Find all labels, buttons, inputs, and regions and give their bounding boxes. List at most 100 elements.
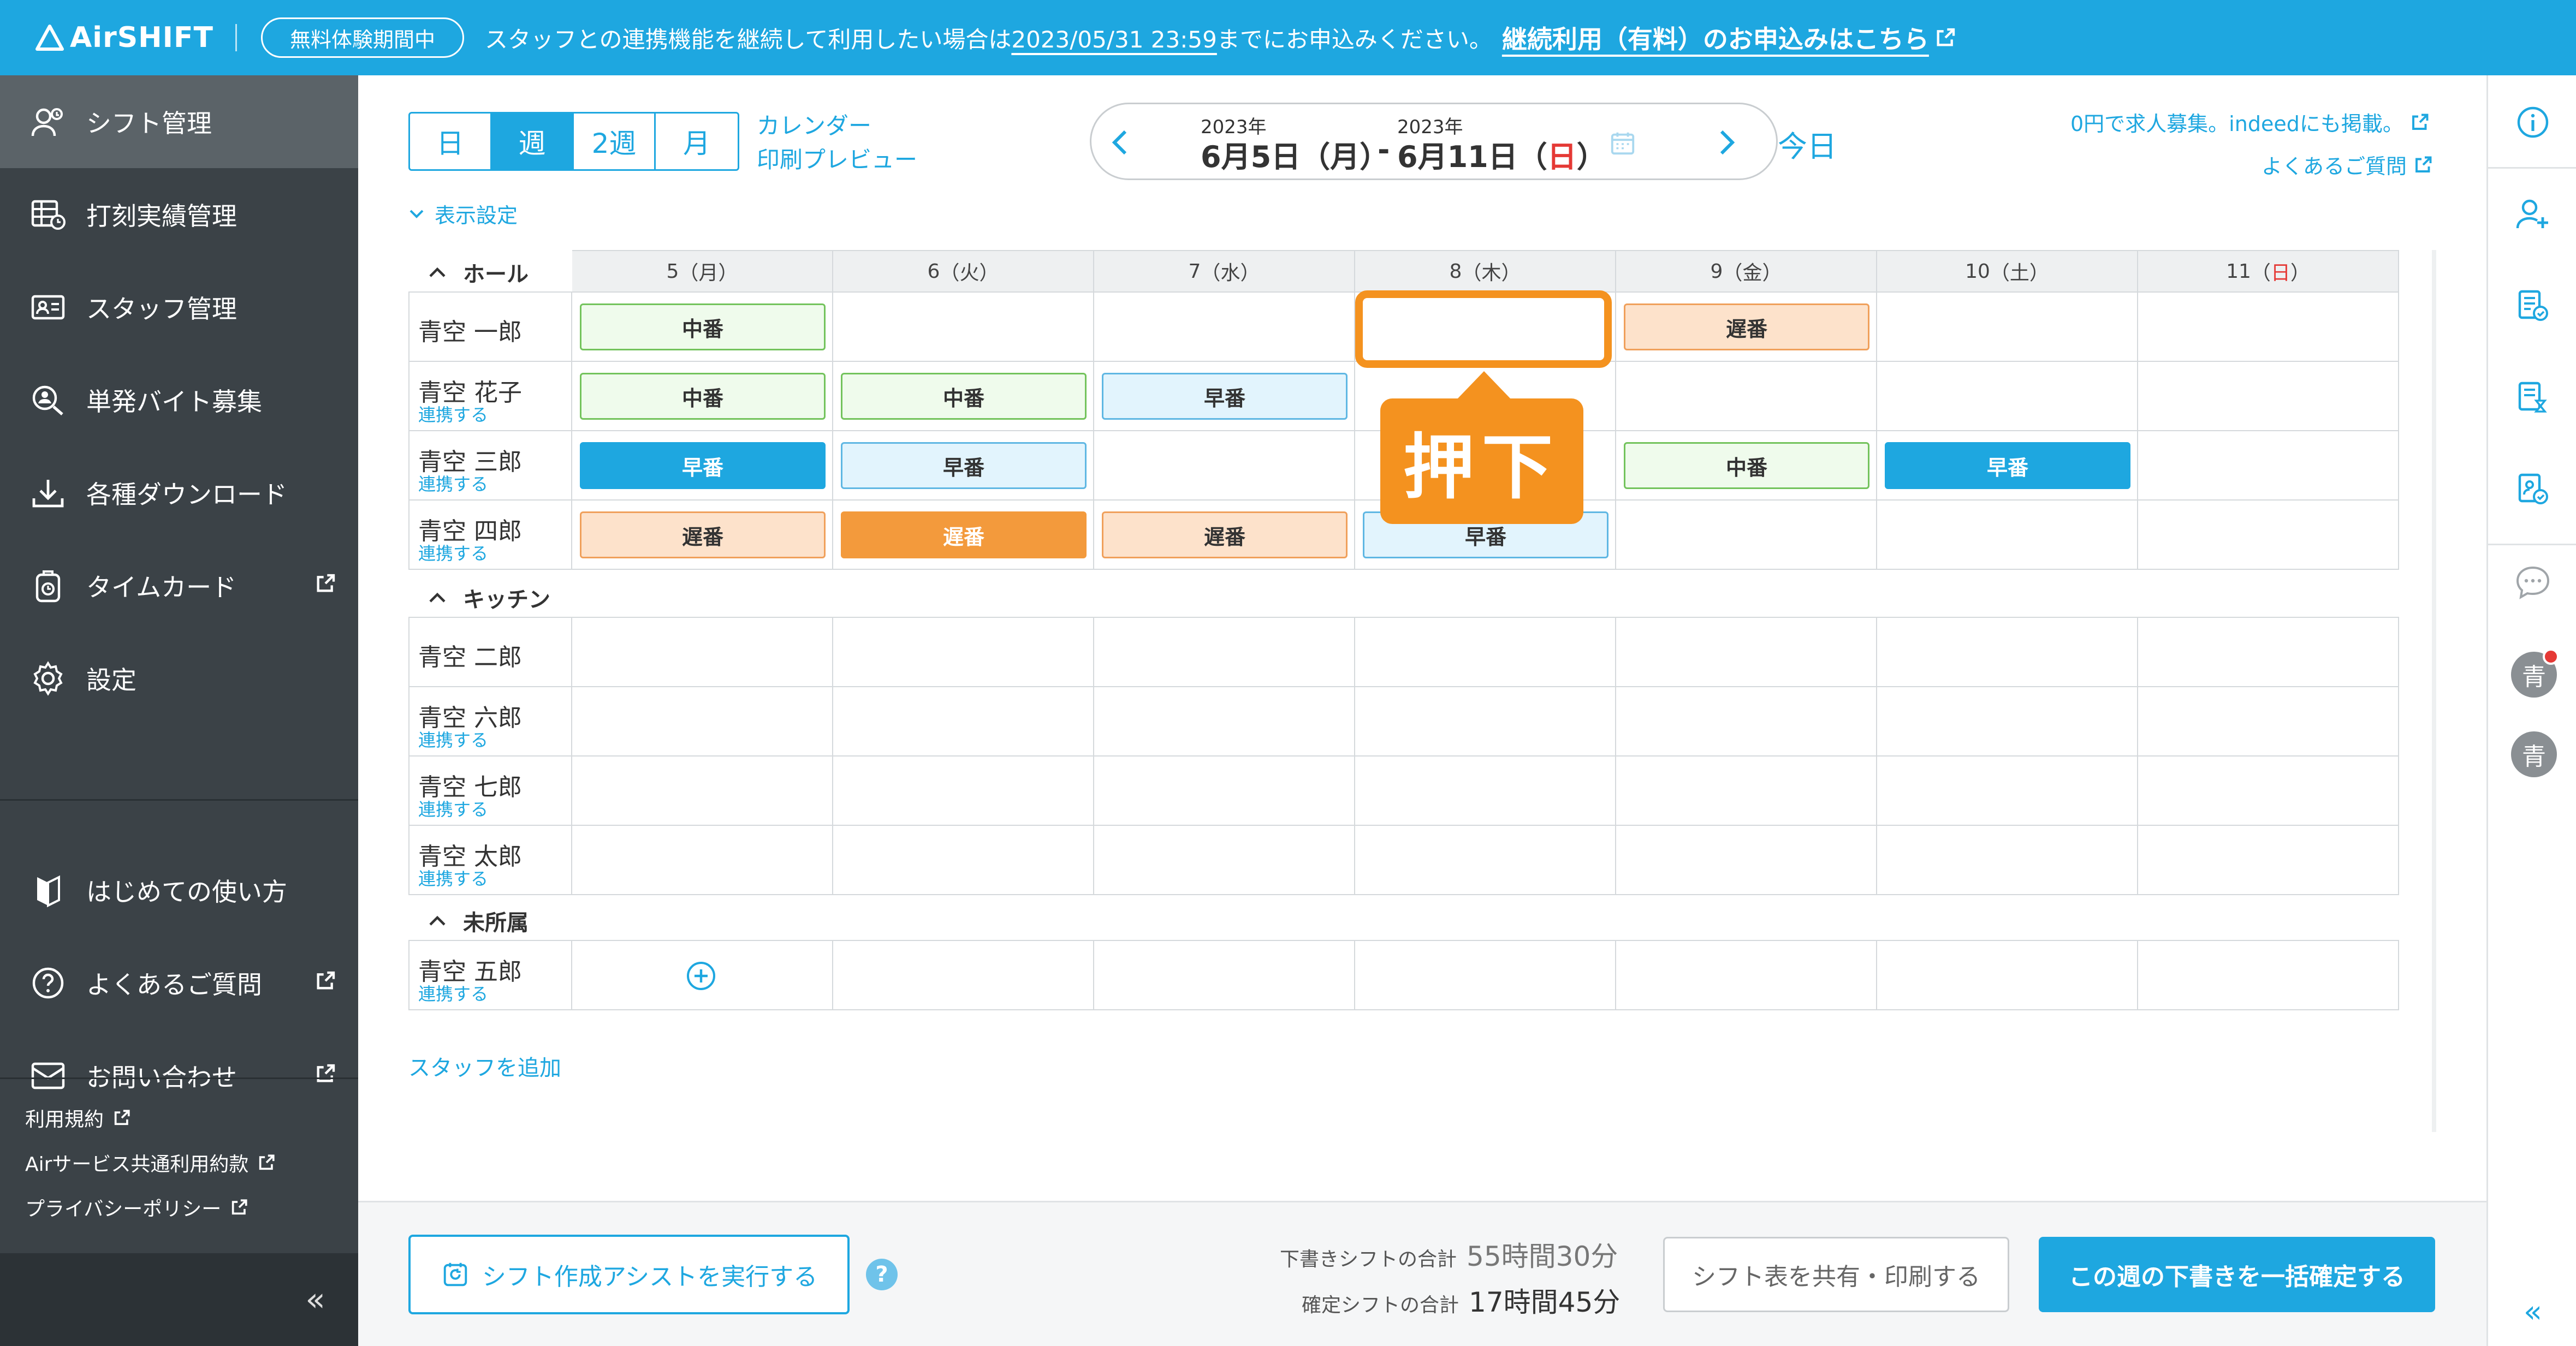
shift-cell[interactable] bbox=[1616, 501, 1877, 570]
shift-cell[interactable] bbox=[833, 293, 1094, 362]
shift-cell[interactable] bbox=[833, 618, 1094, 687]
shift-cell[interactable] bbox=[572, 757, 833, 826]
shift-cell[interactable] bbox=[1094, 941, 1355, 1010]
grid-scrollbar[interactable] bbox=[2432, 250, 2436, 1132]
shift-block[interactable]: 中番 bbox=[1624, 442, 1869, 489]
view-day-tab[interactable]: 日 bbox=[410, 114, 492, 169]
shift-cell[interactable] bbox=[2138, 826, 2399, 895]
shift-assist-button[interactable]: シフト作成アシストを実行する bbox=[408, 1235, 850, 1314]
sidebar-item-download[interactable]: 各種ダウンロード bbox=[0, 446, 358, 539]
shift-cell[interactable] bbox=[1616, 618, 1877, 687]
shift-cell[interactable] bbox=[1616, 826, 1877, 895]
shift-cell[interactable] bbox=[1616, 362, 1877, 431]
view-2week-tab[interactable]: 2週 bbox=[574, 114, 656, 169]
continue-subscription-link[interactable]: 継続利用（有料）のお申込みはこちら bbox=[1502, 20, 1956, 56]
shift-block[interactable]: 早番 bbox=[1102, 373, 1348, 420]
today-button[interactable]: 今日 bbox=[1778, 122, 1837, 165]
shift-cell[interactable] bbox=[572, 687, 833, 757]
next-week-button[interactable] bbox=[1714, 128, 1738, 159]
shift-cell[interactable] bbox=[1877, 687, 2138, 757]
shift-cell[interactable] bbox=[1877, 293, 2138, 362]
add-staff-icon[interactable] bbox=[2488, 196, 2576, 231]
shift-cell[interactable] bbox=[1877, 618, 2138, 687]
shift-cell[interactable] bbox=[833, 826, 1094, 895]
view-week-tab[interactable]: 週 bbox=[492, 114, 574, 169]
display-settings-toggle[interactable]: 表示設定 bbox=[408, 199, 518, 229]
link-staff-link[interactable]: 連携する bbox=[418, 726, 488, 752]
shift-block[interactable]: 中番 bbox=[580, 373, 826, 420]
sidebar-item-recruit[interactable]: 単発バイト募集 bbox=[0, 354, 358, 446]
group-header[interactable]: 未所属 bbox=[428, 905, 529, 937]
view-month-tab[interactable]: 月 bbox=[656, 114, 738, 169]
shift-request-icon[interactable] bbox=[2488, 288, 2576, 323]
shift-block[interactable]: 中番 bbox=[580, 303, 826, 350]
shift-block[interactable]: 遅番 bbox=[1102, 511, 1348, 558]
airshift-logo[interactable]: AirSHIFT bbox=[35, 21, 213, 54]
shift-cell[interactable] bbox=[2138, 687, 2399, 757]
shift-block[interactable]: 遅番 bbox=[1624, 303, 1869, 350]
calendar-link[interactable]: カレンダー bbox=[757, 109, 917, 143]
shift-cell[interactable] bbox=[2138, 293, 2399, 362]
info-icon[interactable] bbox=[2488, 105, 2576, 140]
shift-cell[interactable] bbox=[1355, 826, 1616, 895]
help-icon[interactable]: ? bbox=[866, 1259, 898, 1290]
shift-cell[interactable] bbox=[833, 941, 1094, 1010]
shift-cell[interactable] bbox=[1094, 757, 1355, 826]
group-header[interactable]: ホール bbox=[428, 257, 529, 288]
shift-cell[interactable] bbox=[1877, 501, 2138, 570]
shift-cell[interactable] bbox=[1094, 826, 1355, 895]
sidebar-item-beginner[interactable]: はじめての使い方 bbox=[0, 844, 358, 937]
shift-cell[interactable] bbox=[1094, 293, 1355, 362]
shift-block[interactable]: 早番 bbox=[580, 442, 826, 489]
add-shift-icon[interactable] bbox=[685, 960, 717, 994]
shift-cell[interactable] bbox=[1877, 826, 2138, 895]
link-staff-link[interactable]: 連携する bbox=[418, 796, 488, 821]
shift-cell[interactable] bbox=[1616, 687, 1877, 757]
group-header[interactable]: キッチン bbox=[428, 582, 550, 614]
chat-icon[interactable] bbox=[2488, 564, 2576, 599]
shift-cell[interactable] bbox=[1094, 687, 1355, 757]
print-preview-link[interactable]: 印刷プレビュー bbox=[757, 143, 917, 177]
add-staff-link[interactable]: スタッフを追加 bbox=[408, 1050, 561, 1082]
calendar-picker-button[interactable] bbox=[1609, 129, 1636, 159]
shift-cell[interactable] bbox=[1877, 757, 2138, 826]
sidebar-item-settings[interactable]: 設定 bbox=[0, 632, 358, 725]
shift-block[interactable]: 中番 bbox=[841, 373, 1087, 420]
timer-document-icon[interactable] bbox=[2488, 380, 2576, 415]
shift-cell[interactable] bbox=[2138, 501, 2399, 570]
air-terms-link[interactable]: Airサービス共通利用約款 bbox=[25, 1148, 276, 1177]
shift-cell[interactable] bbox=[1094, 431, 1355, 501]
shift-cell[interactable] bbox=[2138, 618, 2399, 687]
shift-cell[interactable] bbox=[1355, 618, 1616, 687]
sidebar-item-timesheet[interactable]: 打刻実績管理 bbox=[0, 168, 358, 261]
link-staff-link[interactable]: 連携する bbox=[418, 470, 488, 496]
faq-link[interactable]: よくあるご質問 bbox=[2262, 150, 2433, 180]
shift-block[interactable]: 遅番 bbox=[841, 511, 1087, 558]
approval-icon[interactable] bbox=[2488, 472, 2576, 507]
sidebar-item-shift[interactable]: シフト管理 bbox=[0, 75, 358, 168]
share-print-button[interactable]: シフト表を共有・印刷する bbox=[1663, 1237, 2009, 1312]
shift-cell[interactable] bbox=[1616, 941, 1877, 1010]
privacy-link[interactable]: プライバシーポリシー bbox=[25, 1193, 248, 1222]
shift-block[interactable]: 早番 bbox=[1885, 442, 2130, 489]
link-staff-link[interactable]: 連携する bbox=[418, 540, 488, 565]
link-staff-link[interactable]: 連携する bbox=[418, 401, 488, 426]
staff-avatar[interactable]: 青 bbox=[2511, 731, 2557, 777]
shift-cell[interactable] bbox=[2138, 362, 2399, 431]
sidebar-collapse-button[interactable]: « bbox=[0, 1253, 358, 1346]
shift-cell[interactable] bbox=[1355, 757, 1616, 826]
shift-cell[interactable] bbox=[2138, 431, 2399, 501]
link-staff-link[interactable]: 連携する bbox=[418, 865, 488, 890]
sidebar-item-faq[interactable]: よくあるご質問 bbox=[0, 937, 358, 1029]
shift-block[interactable]: 遅番 bbox=[580, 511, 826, 558]
terms-link[interactable]: 利用規約 bbox=[25, 1104, 131, 1132]
shift-cell[interactable] bbox=[833, 757, 1094, 826]
sidebar-item-staff[interactable]: スタッフ管理 bbox=[0, 261, 358, 354]
shift-cell[interactable] bbox=[2138, 941, 2399, 1010]
shift-cell[interactable] bbox=[1877, 941, 2138, 1010]
link-staff-link[interactable]: 連携する bbox=[418, 980, 488, 1005]
rail-collapse-button[interactable]: « bbox=[2488, 1294, 2576, 1330]
shift-cell[interactable] bbox=[572, 618, 833, 687]
shift-cell[interactable] bbox=[833, 687, 1094, 757]
shift-cell[interactable] bbox=[2138, 757, 2399, 826]
